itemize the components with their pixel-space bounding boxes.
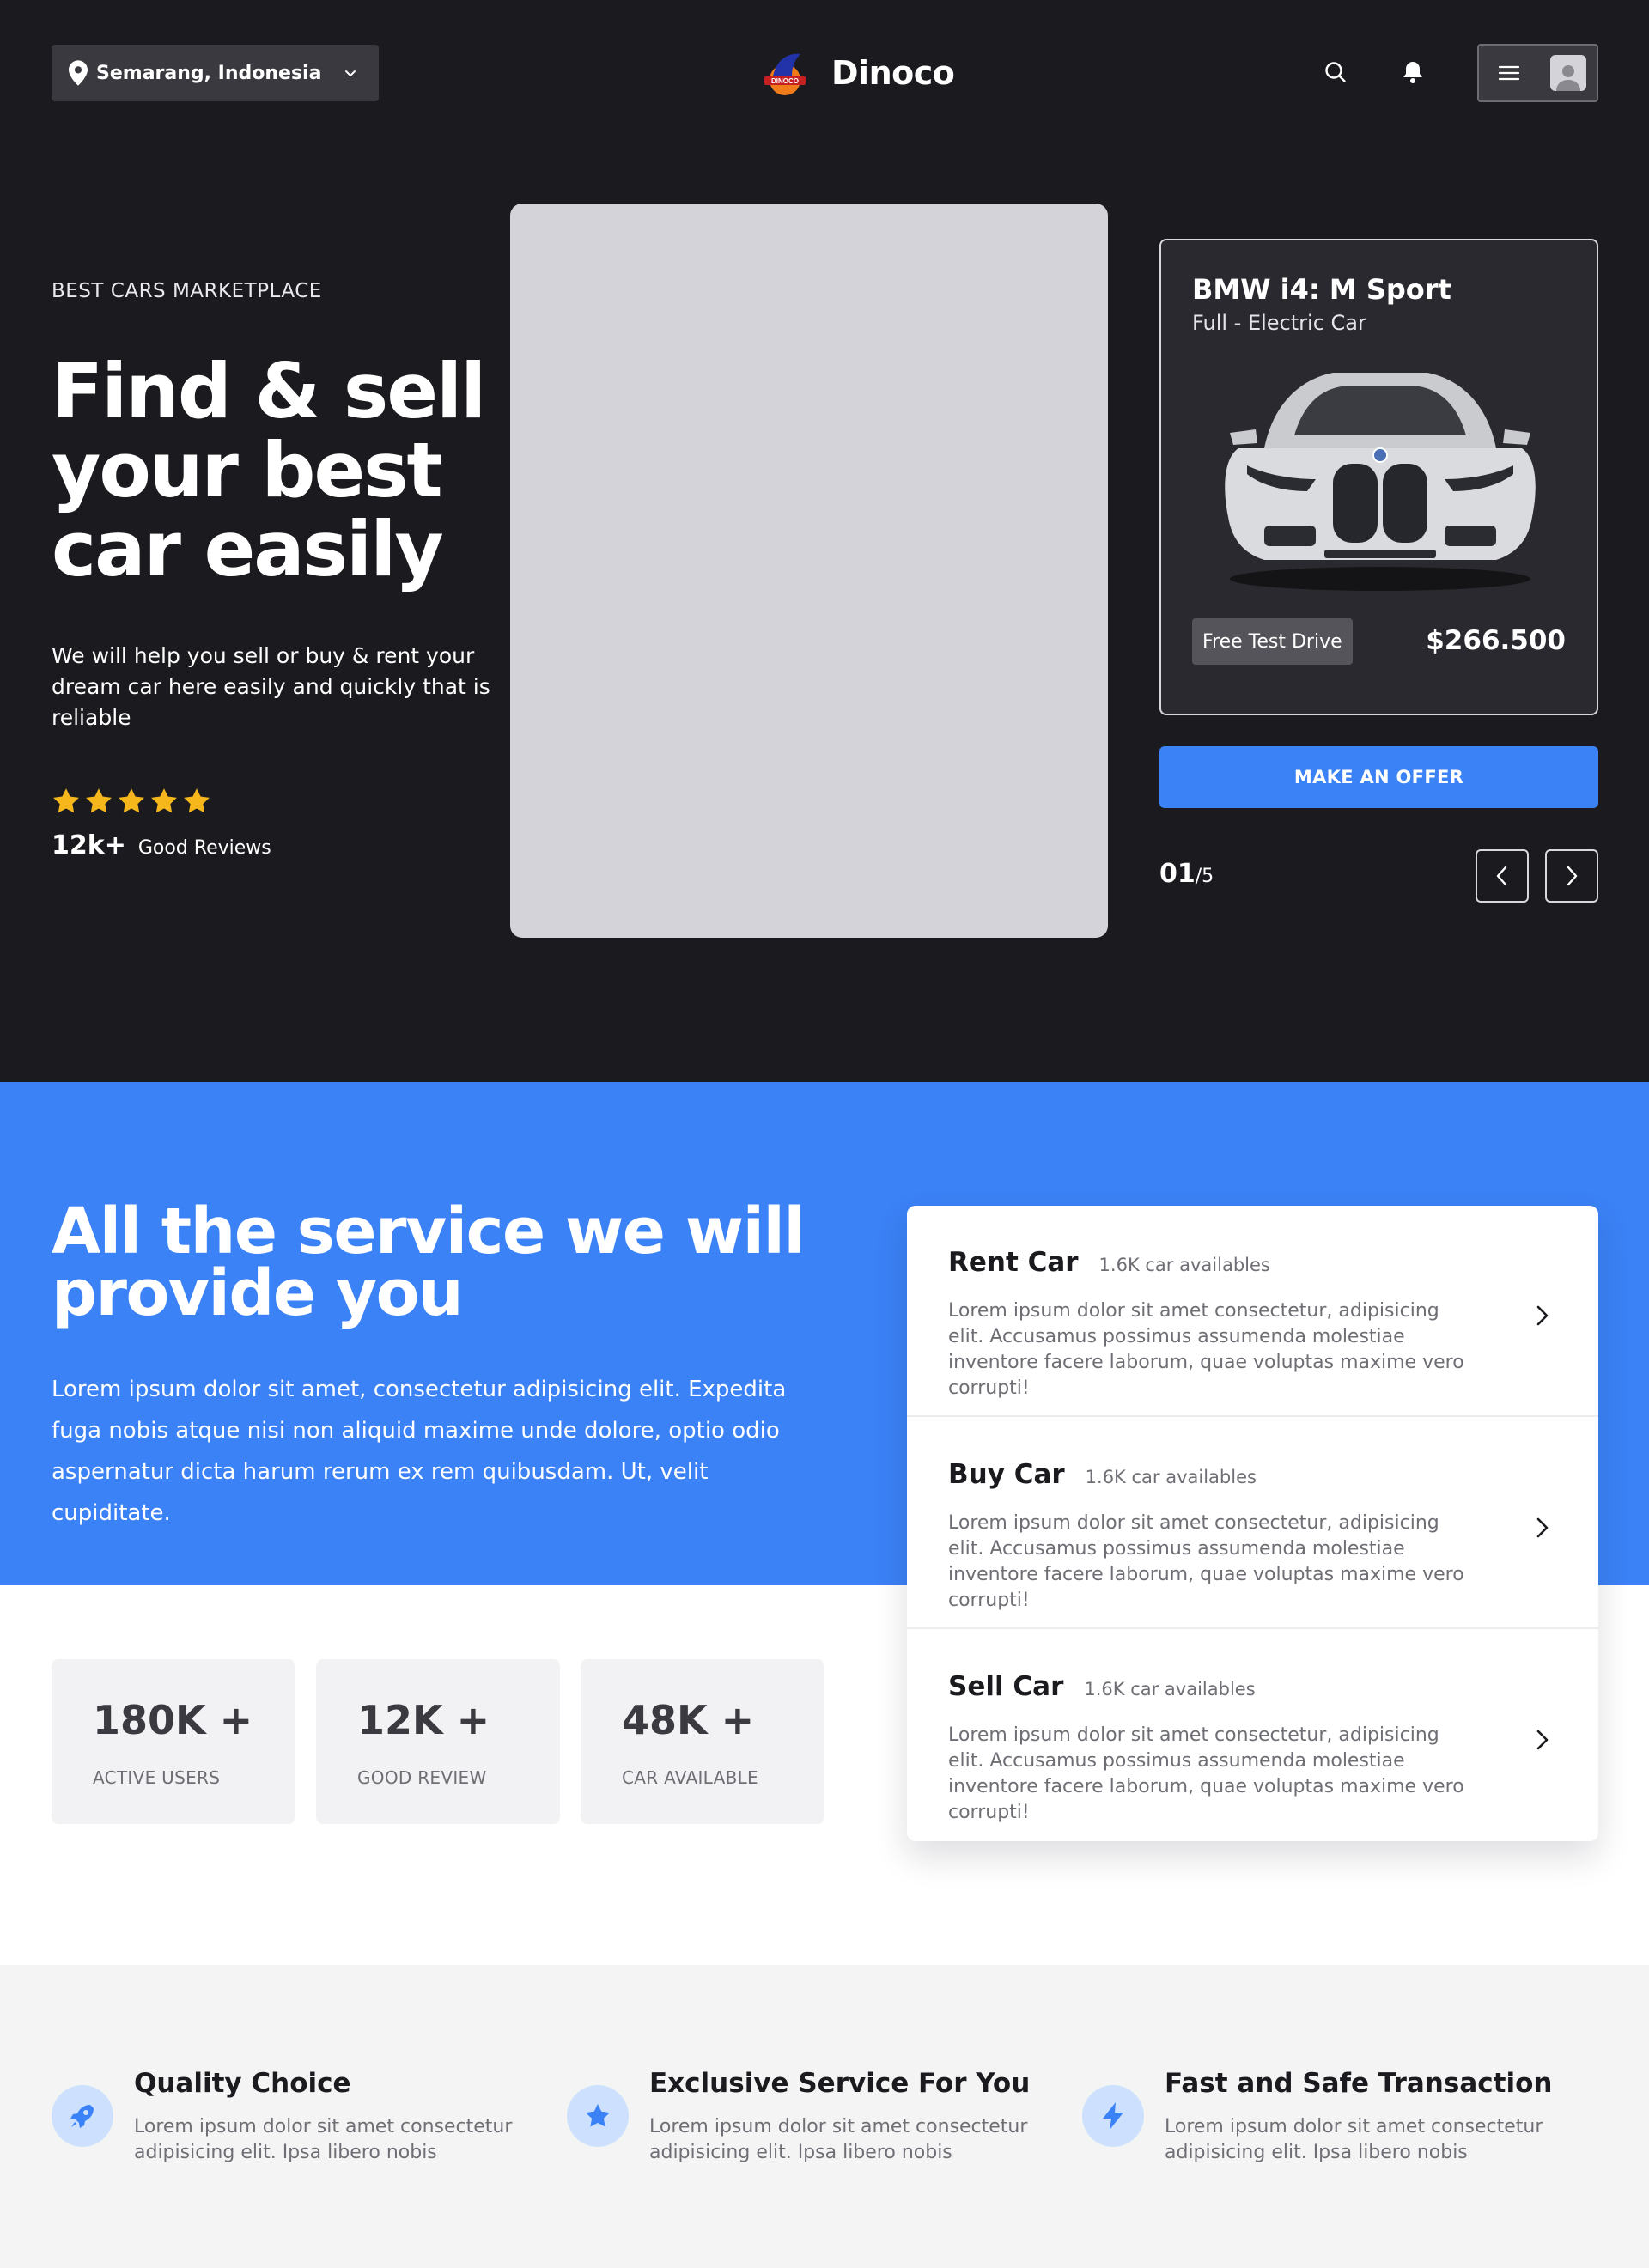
feature-icon-badge bbox=[52, 2085, 113, 2147]
rating-stars bbox=[52, 787, 211, 816]
pager-total: /5 bbox=[1195, 866, 1214, 887]
feature-fast-safe-transaction: Fast and Safe Transaction Lorem ipsum do… bbox=[1082, 2068, 1580, 2171]
stat-active-users: 180K + ACTIVE USERS bbox=[52, 1659, 295, 1824]
feature-icon-badge bbox=[567, 2085, 629, 2147]
star-icon bbox=[119, 788, 144, 813]
chevron-down-icon bbox=[345, 70, 356, 76]
reviews-label: Good Reviews bbox=[137, 837, 271, 859]
bolt-icon bbox=[1103, 2102, 1123, 2130]
star-icon bbox=[151, 788, 177, 813]
next-car-button[interactable] bbox=[1545, 849, 1598, 903]
car-type: Full - Electric Car bbox=[1192, 311, 1366, 335]
stat-car-available: 48K + CAR AVAILABLE bbox=[581, 1659, 824, 1824]
location-label: Semarang, Indonesia bbox=[96, 62, 322, 84]
service-count: 1.6K car availables bbox=[1085, 1467, 1257, 1487]
reviews-summary: 12k+ Good Reviews bbox=[52, 830, 271, 860]
hero-headline: Find & sell your best car easily bbox=[52, 347, 486, 593]
services-title: All the service we will provide you bbox=[52, 1195, 806, 1330]
stat-value: 180K + bbox=[93, 1697, 253, 1743]
stat-label: CAR AVAILABLE bbox=[622, 1767, 758, 1788]
service-description: Lorem ipsum dolor sit amet consectetur, … bbox=[948, 1300, 1464, 1399]
feature-exclusive-service: Exclusive Service For You Lorem ipsum do… bbox=[567, 2068, 1065, 2171]
service-name: Sell Car bbox=[948, 1671, 1064, 1702]
feature-description: Lorem ipsum dolor sit amet consectetur a… bbox=[134, 2116, 513, 2163]
hero-eyebrow: BEST CARS MARKETPLACE bbox=[52, 280, 322, 302]
service-item-buy-car[interactable]: Buy Car 1.6K car availables Lorem ipsum … bbox=[907, 1418, 1598, 1629]
pager-current: 01 bbox=[1159, 859, 1196, 889]
star-icon bbox=[586, 2104, 610, 2127]
services-description: Lorem ipsum dolor sit amet, consectetur … bbox=[52, 1377, 787, 1526]
make-offer-button[interactable]: MAKE AN OFFER bbox=[1159, 746, 1598, 808]
service-item-sell-car[interactable]: Sell Car 1.6K car availables Lorem ipsum… bbox=[907, 1630, 1598, 1841]
stat-label: ACTIVE USERS bbox=[93, 1767, 221, 1788]
prev-car-button[interactable] bbox=[1476, 849, 1529, 903]
chevron-right-icon bbox=[1536, 1305, 1549, 1326]
star-icon bbox=[53, 788, 79, 813]
hero-image-placeholder bbox=[510, 204, 1108, 938]
car-price: $266.500 bbox=[1426, 625, 1566, 656]
stat-good-review: 12K + GOOD REVIEW bbox=[316, 1659, 560, 1824]
hamburger-menu-icon bbox=[1498, 65, 1520, 81]
carousel-pager: 01 /5 bbox=[1159, 859, 1214, 889]
service-count: 1.6K car availables bbox=[1098, 1255, 1270, 1275]
service-item-rent-car[interactable]: Rent Car 1.6K car availables Lorem ipsum… bbox=[907, 1206, 1598, 1417]
chevron-right-icon bbox=[1536, 1517, 1549, 1538]
notification-button[interactable] bbox=[1396, 55, 1430, 89]
brand-logo[interactable]: DINOCO Dinoco bbox=[758, 45, 955, 101]
feature-description: Lorem ipsum dolor sit amet consectetur a… bbox=[1165, 2116, 1543, 2163]
service-count: 1.6K car availables bbox=[1084, 1679, 1256, 1699]
car-name: BMW i4: M Sport bbox=[1192, 273, 1451, 306]
reviews-count: 12k+ bbox=[52, 830, 126, 860]
dinoco-logo-icon: DINOCO bbox=[764, 53, 806, 95]
feature-title: Fast and Safe Transaction bbox=[1165, 2068, 1553, 2099]
bell-icon bbox=[1403, 62, 1422, 83]
stat-value: 12K + bbox=[357, 1697, 490, 1743]
stat-label: GOOD REVIEW bbox=[357, 1767, 487, 1788]
search-icon bbox=[1325, 62, 1346, 82]
feature-description: Lorem ipsum dolor sit amet consectetur a… bbox=[649, 2116, 1028, 2163]
service-name: Rent Car bbox=[948, 1247, 1079, 1278]
feature-title: Quality Choice bbox=[134, 2068, 351, 2099]
stat-value: 48K + bbox=[622, 1697, 755, 1743]
services-list: Rent Car 1.6K car availables Lorem ipsum… bbox=[907, 1206, 1598, 1841]
service-description: Lorem ipsum dolor sit amet consectetur, … bbox=[948, 1724, 1464, 1823]
car-image bbox=[1225, 373, 1536, 591]
service-name: Buy Car bbox=[948, 1459, 1065, 1490]
feature-icon-badge bbox=[1082, 2085, 1144, 2147]
chevron-right-icon bbox=[1567, 866, 1578, 886]
brand-name: Dinoco bbox=[831, 54, 955, 92]
feature-quality-choice: Quality Choice Lorem ipsum dolor sit ame… bbox=[52, 2068, 550, 2171]
star-icon bbox=[184, 788, 210, 813]
location-pin-icon bbox=[69, 60, 88, 86]
chevron-left-icon bbox=[1496, 866, 1507, 886]
avatar bbox=[1550, 55, 1586, 91]
service-description: Lorem ipsum dolor sit amet consectetur, … bbox=[948, 1512, 1464, 1611]
free-test-drive-badge: Free Test Drive bbox=[1192, 618, 1353, 665]
user-menu-button[interactable] bbox=[1477, 44, 1598, 102]
search-button[interactable] bbox=[1318, 55, 1353, 89]
feature-title: Exclusive Service For You bbox=[649, 2068, 1031, 2099]
hero-subtext: We will help you sell or buy & rent your… bbox=[52, 643, 490, 730]
featured-car-card[interactable]: BMW i4: M Sport Full - Electric Car Free… bbox=[1159, 239, 1598, 715]
rocket-icon bbox=[70, 2105, 94, 2128]
chevron-right-icon bbox=[1536, 1730, 1549, 1750]
user-icon bbox=[1556, 65, 1580, 91]
logo-wordmark: DINOCO bbox=[771, 77, 799, 85]
location-selector[interactable]: Semarang, Indonesia bbox=[52, 45, 379, 101]
star-icon bbox=[86, 788, 112, 813]
